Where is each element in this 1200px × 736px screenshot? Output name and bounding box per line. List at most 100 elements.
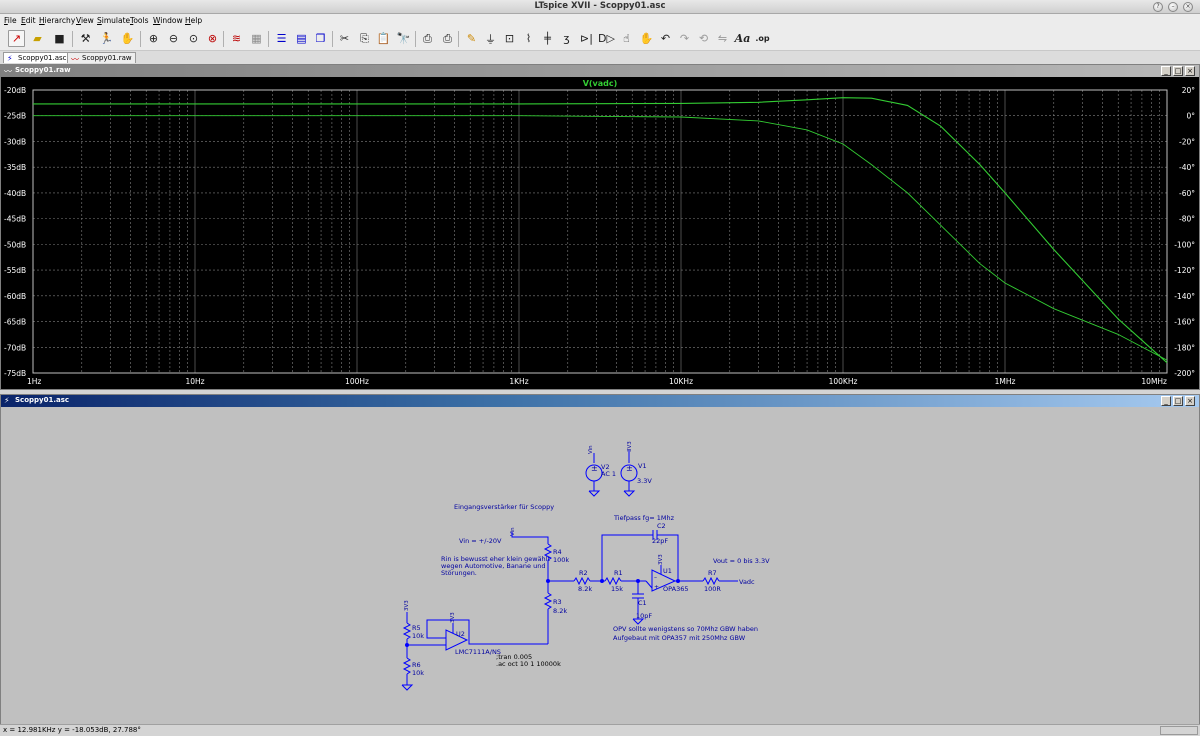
close-button[interactable]: × — [1185, 66, 1195, 76]
r1-value: 15k — [611, 585, 623, 593]
menu-simulate[interactable]: Simulate — [97, 16, 130, 25]
y-right-tick-label: -120° — [1174, 266, 1195, 275]
waveform-window: 〰 Scoppy01.raw _ □ × -20dB -25dB -30dB -35d… — [0, 64, 1200, 390]
cascade-icon[interactable]: ❐ — [312, 30, 329, 47]
tile-horizontal-icon[interactable]: ☰ — [273, 30, 290, 47]
halt-icon[interactable]: ✋ — [119, 30, 136, 47]
capacitor-c1[interactable] — [632, 593, 644, 599]
move-icon[interactable]: ☝ — [618, 30, 635, 47]
menu-bar: File Edit Hierarchy View Simulate Tools … — [0, 14, 1200, 27]
inductor-icon[interactable]: ʒ — [558, 30, 575, 47]
find-icon[interactable]: 🔭 — [395, 30, 412, 47]
open-icon[interactable]: ▰ — [29, 30, 46, 47]
pencil-icon[interactable]: ✎ — [463, 30, 480, 47]
y-left-tick-label: -25dB — [4, 112, 26, 121]
save-icon[interactable]: ■ — [51, 30, 68, 47]
resistor-r3[interactable] — [543, 592, 553, 610]
control-panel-icon[interactable]: ⚒ — [77, 30, 94, 47]
help-window-button[interactable]: ? — [1153, 2, 1163, 12]
label-net-icon[interactable]: ⊡ — [501, 30, 518, 47]
copy-icon[interactable]: ⎘ — [356, 30, 373, 47]
undo-icon[interactable]: ↶ — [657, 30, 674, 47]
autorange-icon[interactable]: ≋ — [228, 30, 245, 47]
zoom-in-icon[interactable]: ⊕ — [145, 30, 162, 47]
magnitude-trace — [33, 97, 1168, 364]
menu-edit[interactable]: Edit — [21, 16, 36, 25]
new-schematic-icon[interactable]: ↗ — [8, 30, 25, 47]
chart-title: V(vadc) — [583, 79, 618, 88]
menu-hierarchy[interactable]: Hierarchy — [39, 16, 75, 25]
maximize-button[interactable]: □ — [1173, 396, 1183, 406]
r7-name: R7 — [708, 569, 717, 577]
y-right-tick-label: -160° — [1174, 318, 1195, 327]
toolbar: ↗ ▰ ■ ⚒ 🏃 ✋ ⊕ ⊖ ⊙ ⊗ ≋ ▦ ☰ ▤ ❐ ✂ ⎘ 📋 🔭 ⎙ … — [0, 27, 1200, 51]
tab-schematic[interactable]: ⚡ Scoppy01.asc — [3, 52, 71, 63]
phase-trace — [33, 115, 1168, 361]
schematic-window: ⚡ Scoppy01.asc _ □ × ± Vin V2 AC 1 ± 3V3… — [0, 394, 1200, 725]
r3-value: 8.2k — [553, 607, 567, 615]
tab-waveform[interactable]: 〰 Scoppy01.raw — [67, 52, 136, 64]
maximize-button[interactable]: □ — [1173, 66, 1183, 76]
menu-help[interactable]: Help — [185, 16, 202, 25]
text-icon[interactable]: Aa — [734, 30, 751, 47]
spice-directive-icon[interactable]: .op — [754, 30, 771, 47]
resistor-r5[interactable] — [402, 622, 412, 640]
tile-vertical-icon[interactable]: ▤ — [293, 30, 310, 47]
cut-icon[interactable]: ✂ — [336, 30, 353, 47]
r5-value: 10k — [412, 632, 424, 640]
drag-icon[interactable]: ✋ — [638, 30, 655, 47]
minimize-button[interactable]: _ — [1161, 66, 1171, 76]
u2-name: U2 — [456, 630, 465, 638]
waveform-icon: 〰 — [4, 67, 12, 76]
rotate-icon[interactable]: ⟲ — [695, 30, 712, 47]
toolbar-separator — [223, 31, 224, 47]
component-icon[interactable]: D▷ — [598, 30, 615, 47]
r5-supply-label: 3V3 — [404, 600, 410, 611]
schematic-drawing[interactable]: ± Vin V2 AC 1 ± 3V3 V1 3.3V Eingangsvers… — [1, 407, 1199, 725]
r4-value: 100k — [553, 556, 569, 564]
x-tick-label: 10KHz — [669, 377, 693, 386]
ground-icon[interactable]: ⏚ — [482, 30, 499, 47]
y-right-tick-label: -20° — [1179, 137, 1195, 146]
resistor-r6[interactable] — [402, 657, 412, 675]
minimize-button[interactable]: _ — [1161, 396, 1171, 406]
voltage-source-v1[interactable]: ± — [620, 450, 638, 497]
x-tick-label: 1MHz — [995, 377, 1016, 386]
opv-note-line2: Aufgebaut mit OPA357 mit 250Mhz GBW — [613, 634, 746, 642]
redo-icon[interactable]: ↷ — [676, 30, 693, 47]
diode-icon[interactable]: ⊳| — [578, 30, 595, 47]
mirror-icon[interactable]: ⇋ — [714, 30, 731, 47]
paste-icon[interactable]: 📋 — [375, 30, 392, 47]
bode-plot[interactable]: -20dB -25dB -30dB -35dB -40dB -45dB -50dB -55dB… — [1, 77, 1199, 389]
menu-view[interactable]: View — [76, 16, 94, 25]
capacitor-icon[interactable]: ╪ — [539, 30, 556, 47]
schematic-canvas[interactable]: ± Vin V2 AC 1 ± 3V3 V1 3.3V Eingangsvers… — [1, 407, 1199, 725]
close-window-button[interactable]: × — [1183, 2, 1193, 12]
resistor-r1[interactable] — [604, 576, 622, 586]
print-icon[interactable]: ⎙ — [419, 30, 436, 47]
pan-icon[interactable]: ⊙ — [185, 30, 202, 47]
undo-zoom-icon[interactable]: ▦ — [248, 30, 265, 47]
zoom-fit-icon[interactable]: ⊗ — [204, 30, 221, 47]
resistor-icon[interactable]: ⌇ — [520, 30, 537, 47]
zoom-out-icon[interactable]: ⊖ — [165, 30, 182, 47]
toolbar-separator — [268, 31, 269, 47]
minimize-window-button[interactable]: – — [1168, 2, 1178, 12]
menu-tools[interactable]: Tools — [130, 16, 148, 25]
print-setup-icon[interactable]: ⎙ — [439, 30, 456, 47]
run-icon[interactable]: 🏃 — [98, 30, 115, 47]
close-button[interactable]: × — [1185, 396, 1195, 406]
u1-name: U1 — [663, 567, 672, 575]
plot-area[interactable]: -20dB -25dB -30dB -35dB -40dB -45dB -50dB -55dB… — [1, 77, 1199, 389]
c2-value: 22pF — [652, 537, 668, 545]
y-left-tick-label: -40dB — [4, 189, 26, 198]
resistor-r2[interactable] — [573, 576, 591, 586]
v1-value: 3.3V — [637, 477, 652, 485]
y-right-tick-label: -80° — [1179, 215, 1195, 224]
vout-note: Vout = 0 bis 3.3V — [713, 557, 770, 565]
menu-file[interactable]: File — [4, 16, 17, 25]
menu-window[interactable]: Window — [153, 16, 183, 25]
resistor-r7[interactable] — [702, 576, 720, 586]
voltage-source-v2[interactable]: ± — [585, 453, 603, 497]
y-left-tick-label: -60dB — [4, 292, 26, 301]
